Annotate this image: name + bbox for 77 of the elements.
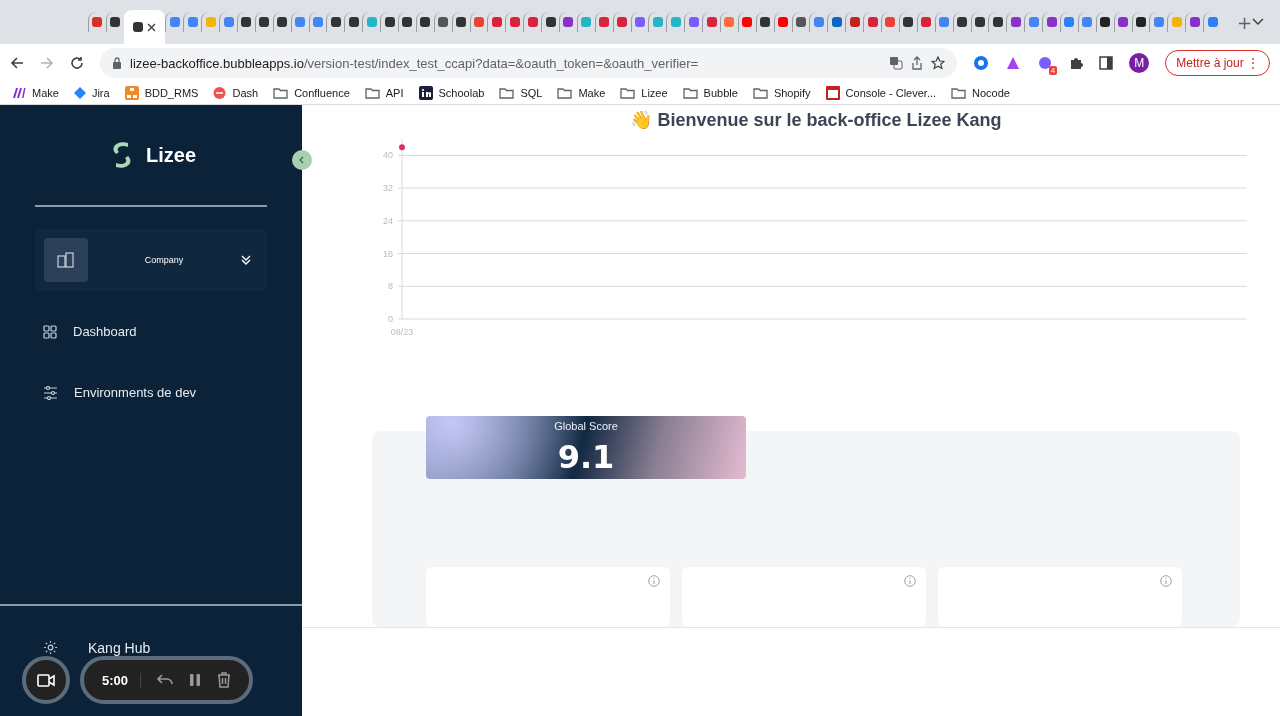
chat-bubble-icon: [213, 86, 227, 100]
info-icon[interactable]: [648, 575, 660, 587]
bookmark-link[interactable]: Console - Clever...: [825, 86, 937, 100]
bookmark-link[interactable]: Dash: [213, 86, 259, 100]
translate-icon[interactable]: [889, 56, 904, 70]
settings-icon[interactable]: [43, 640, 58, 655]
undo-icon[interactable]: [157, 674, 174, 686]
close-icon: [147, 22, 157, 32]
score-value: 9.1: [557, 437, 615, 476]
profile-avatar[interactable]: M: [1129, 53, 1150, 73]
url-text: lizee-backoffice.bubbleapps.io/version-test/index_test_ccapi?data=&oauth_token=&oauth_verifier=: [130, 55, 700, 71]
info-icon[interactable]: [1160, 575, 1172, 587]
trash-icon[interactable]: [217, 672, 232, 688]
extension-icon[interactable]: [973, 55, 990, 71]
bookmark-link[interactable]: Shopify: [752, 87, 811, 99]
timer: 5:00: [102, 672, 142, 688]
puzzle-icon[interactable]: [1069, 56, 1084, 70]
bookmark-link[interactable]: SQL: [499, 87, 543, 99]
new-tab-button[interactable]: +: [1236, 11, 1253, 33]
axis-tick-label: 8: [388, 281, 393, 292]
sliders-icon: [43, 385, 58, 400]
bookmark-link[interactable]: BDD_RMS: [124, 86, 199, 100]
folder-icon: [499, 87, 515, 99]
star-icon[interactable]: [931, 56, 946, 70]
update-button[interactable]: Mettre à jour ⋮: [1165, 50, 1270, 76]
info-icon[interactable]: [904, 575, 916, 587]
jira-icon: [73, 87, 86, 99]
score-label: Global Score: [554, 419, 618, 432]
bookmark-link[interactable]: Confluence: [273, 87, 350, 99]
bookmark-link[interactable]: Jira: [73, 87, 110, 99]
nav-item[interactable]: Dashboard: [43, 301, 259, 362]
folder-icon: [951, 87, 967, 99]
folder-icon: [752, 87, 768, 99]
bookmark-link[interactable]: Nocode: [951, 87, 1010, 99]
share-icon[interactable]: [911, 56, 924, 70]
bookmark-link[interactable]: Make: [12, 87, 59, 99]
axis-tick-label: 40: [383, 150, 393, 161]
bookmark-link[interactable]: Lizee: [620, 87, 668, 99]
reload-icon[interactable]: [70, 56, 84, 70]
bookmark-link[interactable]: API: [364, 87, 404, 99]
building-icon: [44, 238, 88, 282]
window-icon: [825, 86, 840, 100]
side-panel-icon[interactable]: [1099, 56, 1114, 70]
workspace-name: Kang Hub: [88, 640, 151, 656]
folder-icon: [364, 87, 380, 99]
video-camera-icon: [37, 673, 55, 687]
bookmark-link[interactable]: Bubble: [682, 87, 738, 99]
extension-icon[interactable]: [1037, 55, 1054, 71]
nav-item[interactable]: Environments de dev: [43, 362, 259, 423]
axis-tick-label: 32: [383, 183, 393, 194]
back-arrow-icon[interactable]: [10, 56, 24, 70]
browser-tab[interactable]: [123, 10, 166, 44]
axis-tick-label: 08/23: [390, 327, 414, 337]
axis-tick-label: 16: [383, 248, 393, 259]
make-icon: [12, 87, 26, 99]
bookmark-link[interactable]: Schoolab: [418, 86, 485, 100]
pause-icon[interactable]: [189, 673, 202, 687]
chevron-down-icon[interactable]: [1252, 18, 1264, 26]
org-chart-icon: [124, 86, 139, 100]
folder-icon: [273, 87, 289, 99]
grid-icon: [43, 324, 57, 339]
chevron-left-icon: [298, 156, 306, 164]
extension-icon[interactable]: [1005, 55, 1022, 71]
in-logo-icon: [418, 86, 433, 100]
axis-tick-label: 24: [383, 215, 393, 226]
double-chevron-icon: [240, 254, 252, 266]
brand-name: Lizee: [146, 143, 196, 167]
address-bar[interactable]: lizee-backoffice.bubbleapps.io/version-test/index_test_ccapi?data=&oauth_token=&oauth_verifier=: [100, 48, 958, 78]
folder-icon: [620, 87, 636, 99]
collapse-button[interactable]: [292, 150, 312, 170]
folder-icon: [557, 87, 573, 99]
bookmark-link[interactable]: Make: [557, 87, 606, 99]
folder-icon: [682, 87, 698, 99]
lock-icon: [112, 57, 122, 69]
notification-badge: 4: [1048, 66, 1058, 75]
page-title: 👋 Bienvenue sur le back-office Lizee Kang: [629, 109, 1003, 131]
company-selector[interactable]: Company: [35, 229, 267, 291]
